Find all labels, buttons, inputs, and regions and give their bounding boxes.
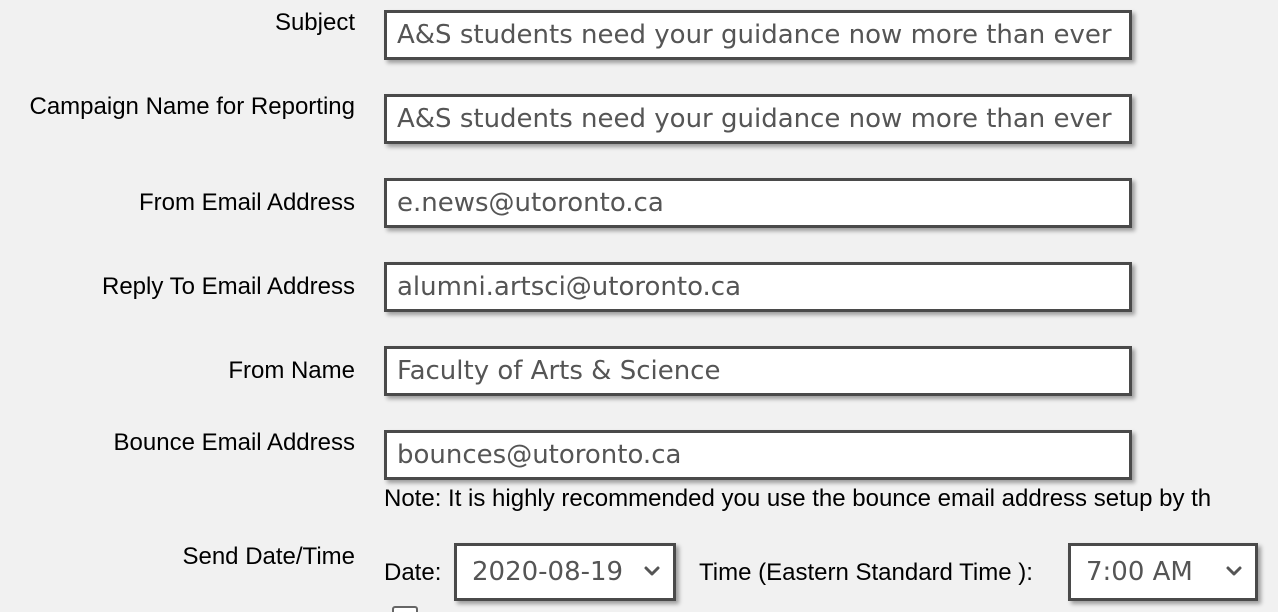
- date-label: Date:: [384, 559, 442, 586]
- time-select-value: 7:00 AM: [1086, 557, 1193, 587]
- from-name-input[interactable]: [384, 346, 1132, 396]
- checkbox[interactable]: [392, 606, 418, 612]
- date-select[interactable]: 2020-08-19: [454, 543, 676, 601]
- campaign-name-label: Campaign Name for Reporting: [29, 93, 356, 120]
- chevron-down-icon: [1226, 566, 1242, 576]
- campaign-settings-form: Subject Campaign Name for Reporting From…: [0, 0, 1278, 612]
- bounce-email-label: Bounce Email Address: [113, 429, 355, 456]
- from-email-label: From Email Address: [138, 189, 355, 216]
- from-email-input[interactable]: [384, 178, 1132, 228]
- subject-input[interactable]: [384, 10, 1132, 60]
- subject-label: Subject: [274, 9, 355, 36]
- campaign-name-input[interactable]: [384, 94, 1132, 144]
- reply-to-email-input[interactable]: [384, 262, 1132, 312]
- date-select-value: 2020-08-19: [472, 557, 624, 587]
- time-select[interactable]: 7:00 AM: [1068, 543, 1258, 601]
- from-name-label: From Name: [228, 357, 355, 384]
- time-label: Time (Eastern Standard Time ):: [699, 559, 1033, 586]
- reply-to-email-label: Reply To Email Address: [101, 273, 355, 300]
- bounce-email-note: Note: It is highly recommended you use t…: [384, 485, 1212, 512]
- bounce-email-input[interactable]: [384, 430, 1132, 480]
- chevron-down-icon: [644, 566, 660, 576]
- send-datetime-label: Send Date/Time: [182, 543, 355, 570]
